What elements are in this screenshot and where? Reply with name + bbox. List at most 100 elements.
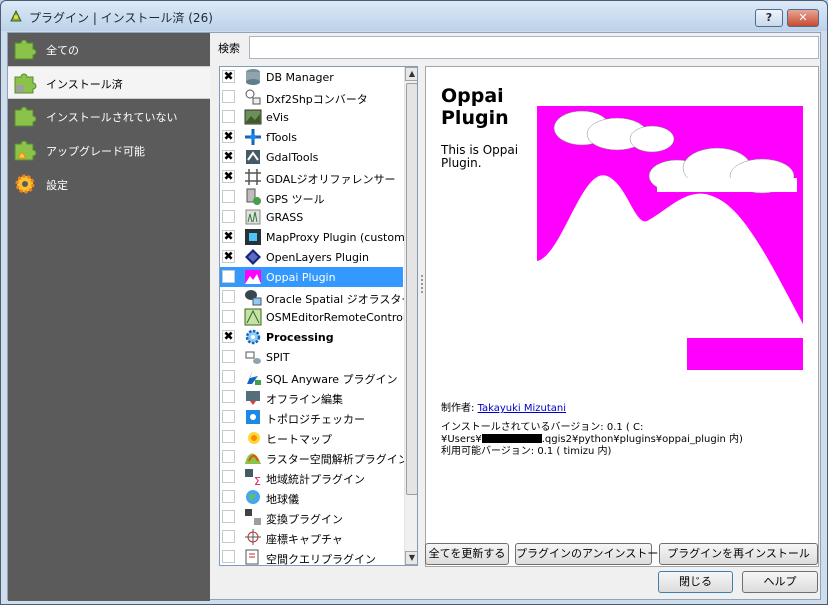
plugin-checkbox[interactable] (222, 410, 235, 423)
plugin-checkbox[interactable] (222, 490, 235, 503)
plugin-row-ftools[interactable]: ✖ fTools (220, 127, 403, 147)
plugin-checkbox[interactable] (222, 470, 235, 483)
sidebar-item-not-installed[interactable]: インストールされていない (8, 100, 210, 133)
plugin-row-topology-checker[interactable]: トポロジチェッカー (220, 407, 403, 427)
title-bar: プラグイン | インストール済 (26) ? ✕ (1, 1, 827, 31)
sidebar-item-label: インストールされていない (46, 111, 178, 124)
ftools-icon (245, 129, 261, 145)
plugin-checkbox[interactable] (222, 370, 235, 383)
plugin-checkbox[interactable] (222, 210, 235, 223)
mapproxy-icon (245, 229, 261, 245)
plugin-row-heatmap[interactable]: ヒートマップ (220, 427, 403, 447)
help-button[interactable]: ヘルプ (742, 571, 818, 593)
sidebar-item-label: 全ての (46, 44, 79, 57)
plugin-row-osm-editor[interactable]: OSMEditorRemoteControl (220, 307, 406, 327)
plugin-author: 制作者: Takayuki Mizutani (441, 399, 566, 414)
sidebar-item-all[interactable]: 全ての (8, 33, 210, 66)
plugin-manager-window: プラグイン | インストール済 (26) ? ✕ 全ての インストール済 インス… (0, 0, 828, 605)
plugin-checkbox[interactable] (222, 510, 235, 523)
search-input[interactable] (249, 36, 819, 59)
georeferencer-icon (245, 169, 261, 185)
plugin-row-oppai[interactable]: Oppai Plugin (220, 267, 403, 287)
processing-gear-icon (245, 329, 261, 345)
sidebar-item-installed[interactable]: インストール済 (8, 66, 210, 99)
plugin-checkbox[interactable] (222, 270, 235, 283)
close-button[interactable]: 閉じる (658, 571, 733, 593)
osm-icon (244, 308, 262, 326)
plugin-row-spatial-query[interactable]: 空間クエリプラグイン (220, 547, 403, 565)
uninstall-plugin-button[interactable]: プラグインのアンインストール (515, 543, 669, 565)
plugin-checkbox[interactable] (222, 190, 235, 203)
plugin-checkbox[interactable] (222, 110, 235, 123)
plugin-row-evis[interactable]: eVis (220, 107, 403, 127)
plugin-row-mapproxy[interactable]: ✖ MapProxy Plugin (custom_ (220, 227, 410, 247)
plugin-row-offline-editing[interactable]: オフライン編集 (220, 387, 403, 407)
help-title-button[interactable]: ? (755, 9, 783, 27)
sql-anywhere-icon (247, 370, 261, 385)
plugin-version-info: インストールされているバージョン: 0.1 ( C: ¥Users¥ .qgis2… (441, 422, 811, 458)
plugin-row-sql-anywhere[interactable]: SQL Anyware プラグイン (220, 367, 403, 387)
plugin-label: Processing (266, 331, 334, 344)
plugin-checkbox[interactable]: ✖ (222, 330, 235, 343)
plugin-row-zonal-statistics[interactable]: Σ 地域統計プラグイン (220, 467, 403, 487)
sidebar-item-upgradeable[interactable]: アップグレード可能 (8, 134, 210, 167)
plugin-row-oracle-georaster[interactable]: Oracle Spatial ジオラスター (220, 287, 412, 307)
plugin-row-coordinate-capture[interactable]: 座標キャプチャ (220, 527, 403, 547)
svg-text:Σ: Σ (254, 475, 261, 486)
plugin-row-spit[interactable]: SPIT (220, 347, 403, 367)
plugin-checkbox[interactable] (222, 350, 235, 363)
puzzle-installed-icon (14, 73, 37, 94)
upgrade-all-button[interactable]: 全てを更新する (425, 543, 509, 565)
plugin-row-db-manager[interactable]: ✖ DB Manager (220, 67, 403, 87)
plugin-label: 地球儀 (266, 493, 299, 506)
plugin-checkbox[interactable] (222, 310, 235, 323)
plugin-row-processing[interactable]: ✖ Processing (220, 327, 403, 347)
plugin-row-transform[interactable]: 変換プラグイン (220, 507, 403, 527)
sidebar: 全ての インストール済 インストールされていない アップグレード可能 設定 (8, 33, 210, 601)
scroll-down-arrow-icon[interactable]: ▼ (405, 551, 417, 565)
globe-icon (246, 490, 260, 504)
splitter-handle[interactable] (420, 273, 424, 303)
plugin-row-gdaltools[interactable]: ✖ GdalTools (220, 147, 403, 167)
plugin-row-openlayers[interactable]: ✖ OpenLayers Plugin (220, 247, 403, 267)
plugin-label: ラスター空間解析プラグイン (266, 453, 409, 466)
database-icon (246, 69, 260, 85)
plugin-row-gps[interactable]: GPS ツール (220, 187, 403, 207)
plugin-label: DB Manager (266, 71, 334, 84)
plugin-checkbox[interactable]: ✖ (222, 170, 235, 183)
plugin-checkbox[interactable]: ✖ (222, 250, 235, 263)
sidebar-item-settings[interactable]: 設定 (8, 168, 210, 201)
gps-icon (246, 188, 261, 205)
plugin-checkbox[interactable] (222, 90, 235, 103)
plugin-checkbox[interactable] (222, 550, 235, 563)
plugin-label: ヒートマップ (266, 433, 332, 446)
plugin-label: SQL Anyware プラグイン (266, 373, 398, 386)
plugin-list-scrollbar[interactable]: ▲ ▼ (404, 67, 417, 565)
plugin-row-dxf2shp[interactable]: Dxf2Shpコンバータ (220, 87, 403, 107)
plugin-row-grass[interactable]: GRASS (220, 207, 403, 227)
plugin-row-georeferencer[interactable]: ✖ GDALジオリファレンサー (220, 167, 403, 187)
plugin-label: Dxf2Shpコンバータ (266, 93, 368, 106)
scroll-up-arrow-icon[interactable]: ▲ (405, 67, 417, 81)
plugin-checkbox[interactable] (222, 390, 235, 403)
plugin-checkbox[interactable]: ✖ (222, 150, 235, 163)
plugin-label: GdalTools (266, 151, 319, 164)
scrollbar-thumb[interactable] (406, 83, 417, 495)
plugin-checkbox[interactable]: ✖ (222, 230, 235, 243)
plugin-list: ✖ DB Manager Dxf2Shpコンバータ eVis ✖ fTools … (219, 66, 418, 566)
plugin-row-raster-terrain[interactable]: ラスター空間解析プラグイン (220, 447, 409, 467)
author-link[interactable]: Takayuki Mizutani (478, 403, 567, 414)
plugin-checkbox[interactable] (222, 530, 235, 543)
plugin-detail-description: This is Oppai Plugin. (441, 143, 519, 170)
sidebar-item-label: インストール済 (46, 78, 123, 91)
plugin-checkbox[interactable] (222, 450, 235, 463)
close-window-button[interactable]: ✕ (787, 9, 819, 27)
plugin-checkbox[interactable]: ✖ (222, 70, 235, 83)
plugin-row-globe[interactable]: 地球儀 (220, 487, 403, 507)
heatmap-icon (248, 432, 260, 444)
spatial-query-icon (245, 549, 259, 565)
plugin-checkbox[interactable] (222, 430, 235, 443)
plugin-checkbox[interactable] (222, 290, 235, 303)
plugin-checkbox[interactable]: ✖ (222, 130, 235, 143)
reinstall-plugin-button[interactable]: プラグインを再インストール (659, 543, 818, 565)
